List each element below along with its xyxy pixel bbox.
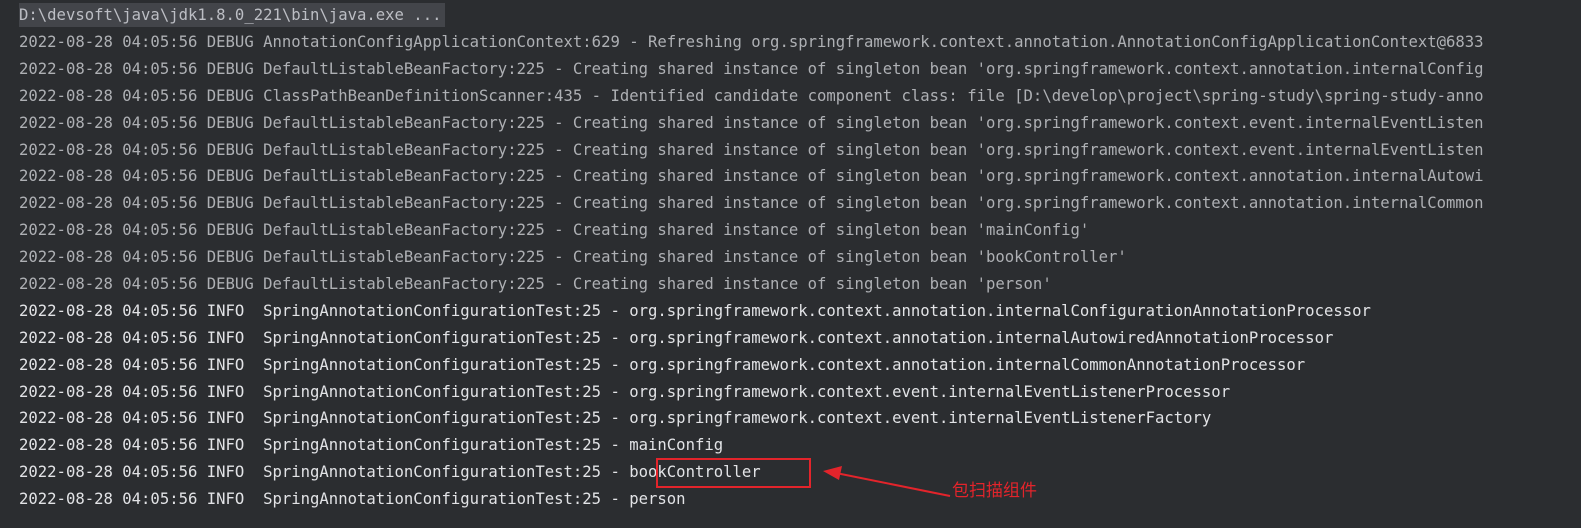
annotation-label: 包扫描组件 — [952, 481, 1037, 501]
annotation-arrow — [823, 466, 951, 497]
